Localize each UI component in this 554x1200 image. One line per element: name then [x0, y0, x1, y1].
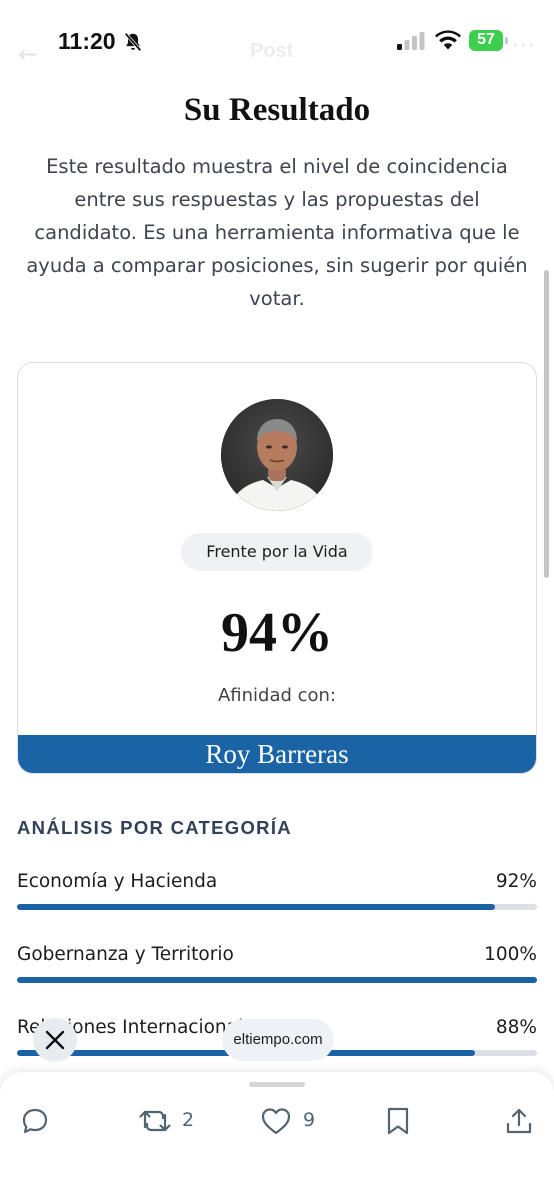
categories-heading: ANÁLISIS POR CATEGORÍA	[17, 817, 292, 838]
category-progress-fill	[17, 977, 537, 983]
share-icon	[506, 1108, 532, 1134]
like-button[interactable]: 9	[260, 1106, 324, 1136]
bookmark-button[interactable]	[384, 1106, 412, 1136]
wifi-icon	[435, 30, 461, 50]
battery-cap	[505, 37, 508, 44]
result-description: Este resultado muestra el nivel de coinc…	[26, 155, 528, 310]
close-icon	[45, 1030, 65, 1050]
battery-percentage: 57	[477, 31, 495, 48]
silent-bell-icon	[124, 32, 142, 52]
result-card: Frente por la Vida 94% Afinidad con: Roy…	[17, 362, 537, 774]
reply-icon	[22, 1108, 48, 1134]
category-value: 92%	[495, 871, 537, 892]
page-title: Su Resultado	[183, 92, 371, 128]
share-button[interactable]	[504, 1106, 534, 1136]
heart-icon	[261, 1108, 291, 1135]
repost-count: 2	[182, 1109, 195, 1131]
more-icon[interactable]: ···	[512, 34, 536, 59]
affinity-percentage: 94%	[221, 602, 333, 664]
battery-icon: 57	[469, 30, 509, 51]
reply-button[interactable]	[20, 1106, 50, 1136]
drag-handle[interactable]	[249, 1082, 305, 1087]
candidate-name-band: Roy Barreras	[18, 735, 536, 773]
bookmark-icon	[387, 1107, 409, 1135]
affinity-label: Afinidad con:	[217, 685, 337, 706]
scrollbar[interactable]	[544, 270, 549, 578]
repost-button[interactable]: 2	[138, 1106, 202, 1136]
post-action-bar: 2 9	[0, 1072, 554, 1200]
candidate-portrait-icon	[221, 399, 333, 511]
category-value: 88%	[495, 1017, 537, 1038]
repost-icon	[139, 1110, 171, 1132]
category-label: Gobernanza y Territorio	[17, 944, 234, 965]
category-label: Economía y Hacienda	[17, 871, 218, 892]
header-title: Post	[250, 40, 294, 62]
back-arrow-icon[interactable]: ←	[18, 40, 38, 68]
close-button[interactable]	[33, 1018, 77, 1062]
candidate-name: Roy Barreras	[205, 739, 349, 769]
status-time: 11:20	[58, 28, 116, 54]
party-badge: Frente por la Vida	[181, 533, 373, 571]
category-progress-fill	[17, 904, 496, 910]
category-progress-track	[17, 977, 537, 983]
category-value: 100%	[484, 944, 537, 965]
category-row: Gobernanza y Territorio 100%	[17, 944, 537, 984]
source-link[interactable]: eltiempo.com	[222, 1019, 334, 1061]
cellular-signal-icon	[397, 32, 425, 50]
category-progress-track	[17, 904, 537, 910]
status-bar: ← Post ··· 11:20 57	[0, 0, 554, 80]
category-row: Economía y Hacienda 92%	[17, 871, 537, 911]
like-count: 9	[303, 1109, 316, 1131]
candidate-avatar	[221, 399, 333, 511]
